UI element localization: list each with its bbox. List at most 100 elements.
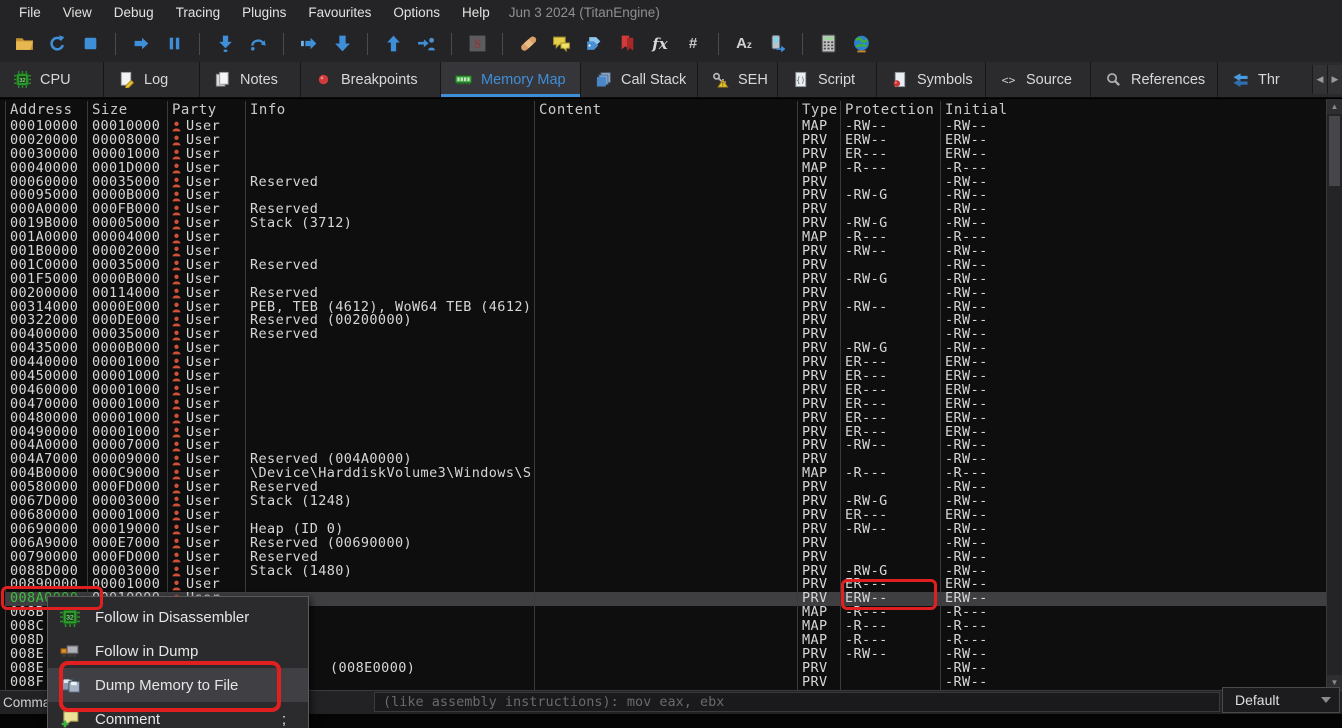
- execute-till-return-button[interactable]: [379, 30, 407, 58]
- pause-button[interactable]: [160, 30, 188, 58]
- restart-button[interactable]: [43, 30, 71, 58]
- menu-item-view[interactable]: View: [52, 2, 103, 23]
- context-menu-item-comment[interactable]: Comment;: [48, 702, 308, 728]
- cell-address: 00060000: [6, 176, 88, 190]
- vertical-scrollbar[interactable]: ▲ ▼: [1326, 99, 1342, 690]
- scrollbar-thumb[interactable]: [1329, 116, 1340, 186]
- trace-over-button[interactable]: [328, 30, 356, 58]
- table-row[interactable]: 001C000000035000UserReservedPRV-RW--: [6, 259, 1327, 273]
- table-row[interactable]: 0002000000008000UserPRVERW--ERW--: [6, 134, 1327, 148]
- function-button[interactable]: fx: [646, 30, 674, 58]
- scroll-up-icon[interactable]: ▲: [1327, 99, 1342, 114]
- table-row[interactable]: 0049000000001000UserPRVER---ERW--: [6, 426, 1327, 440]
- attach-button[interactable]: [763, 30, 791, 58]
- menu-item-options[interactable]: Options: [382, 2, 451, 23]
- table-row[interactable]: 0046000000001000UserPRVER---ERW--: [6, 384, 1327, 398]
- table-row[interactable]: 0047000000001000UserPRVER---ERW--: [6, 398, 1327, 412]
- tab-source[interactable]: <>Source: [986, 62, 1091, 97]
- cell-protection: -RW-G: [841, 217, 941, 231]
- tab-scroll-left-icon[interactable]: ◀: [1312, 65, 1327, 94]
- table-row[interactable]: 000950000000B000UserPRV-RW-G-RW--: [6, 189, 1327, 203]
- table-row[interactable]: 000A0000000FB000UserReservedPRV-RW--: [6, 203, 1327, 217]
- column-header-protection[interactable]: Protection: [841, 101, 941, 120]
- trace-into-button[interactable]: [295, 30, 323, 58]
- command-input[interactable]: [374, 692, 1220, 712]
- strings-button[interactable]: Az: [730, 30, 758, 58]
- label-button[interactable]: [580, 30, 608, 58]
- table-row[interactable]: 0045000000001000UserPRVER---ERW--: [6, 370, 1327, 384]
- cell-type: PRV: [798, 328, 841, 342]
- comment-button[interactable]: [547, 30, 575, 58]
- menu-item-debug[interactable]: Debug: [103, 2, 165, 23]
- column-header-address[interactable]: Address: [6, 101, 88, 120]
- table-row[interactable]: 001B000000002000UserPRV-RW---RW--: [6, 245, 1327, 259]
- table-row[interactable]: 0040000000035000UserReservedPRV-RW--: [6, 328, 1327, 342]
- column-header-initial[interactable]: Initial: [941, 101, 1327, 120]
- table-row[interactable]: 0088D00000003000UserStack (1480)PRV-RW-G…: [6, 565, 1327, 579]
- context-menu-item-follow-in-dump[interactable]: Follow in Dump: [48, 634, 308, 668]
- table-row[interactable]: 006A9000000E7000UserReserved (00690000)P…: [6, 537, 1327, 551]
- table-row[interactable]: 00790000000FD000UserReservedPRV-RW--: [6, 551, 1327, 565]
- table-row[interactable]: 0067D00000003000UserStack (1248)PRV-RW-G…: [6, 495, 1327, 509]
- cell-protection: -RW-G: [841, 273, 941, 287]
- tab-memory-map[interactable]: Memory Map: [441, 62, 581, 97]
- table-row[interactable]: 0019B00000005000UserStack (3712)PRV-RW-G…: [6, 217, 1327, 231]
- tab-seh[interactable]: !SEH: [698, 62, 778, 97]
- column-header-info[interactable]: Info: [246, 101, 535, 120]
- cell-party: User: [168, 565, 246, 579]
- table-row[interactable]: 004B0000000C9000User\Device\HarddiskVolu…: [6, 467, 1327, 481]
- column-header-party[interactable]: Party: [168, 101, 246, 120]
- table-row[interactable]: 004350000000B000UserPRV-RW-G-RW--: [6, 342, 1327, 356]
- tab-notes[interactable]: Notes: [200, 62, 301, 97]
- calculator-button[interactable]: [814, 30, 842, 58]
- context-menu-item-follow-in-disassembler[interactable]: 32Follow in Disassembler: [48, 600, 308, 634]
- world-button[interactable]: [847, 30, 875, 58]
- cell-content: [535, 509, 798, 523]
- script-pause-button[interactable]: S: [463, 30, 491, 58]
- run-to-user-code-button[interactable]: [412, 30, 440, 58]
- context-menu-item-dump-memory-to-file[interactable]: Dump Memory to File: [48, 668, 308, 702]
- table-row[interactable]: 00322000000DE000UserReserved (00200000)P…: [6, 314, 1327, 328]
- open-file-button[interactable]: [10, 30, 38, 58]
- table-row[interactable]: 0020000000114000UserReservedPRV-RW--: [6, 287, 1327, 301]
- table-row[interactable]: 001A000000004000UserMAP-R----R---: [6, 231, 1327, 245]
- menu-item-file[interactable]: File: [8, 2, 52, 23]
- table-row[interactable]: 0001000000010000UserMAP-RW---RW--: [6, 120, 1327, 134]
- menu-item-help[interactable]: Help: [451, 2, 501, 23]
- menu-item-plugins[interactable]: Plugins: [231, 2, 297, 23]
- run-button[interactable]: [127, 30, 155, 58]
- column-header-size[interactable]: Size: [88, 101, 168, 120]
- table-row[interactable]: 0068000000001000UserPRVER---ERW--: [6, 509, 1327, 523]
- tab-cpu[interactable]: 32CPU: [0, 62, 104, 97]
- table-row[interactable]: 004A700000009000UserReserved (004A0000)P…: [6, 453, 1327, 467]
- profile-selector-dropdown[interactable]: Default: [1222, 687, 1340, 713]
- table-row[interactable]: 0048000000001000UserPRVER---ERW--: [6, 412, 1327, 426]
- tab-script[interactable]: {)Script: [778, 62, 877, 97]
- table-row[interactable]: 0089000000001000UserPRVER---ERW--: [6, 578, 1327, 592]
- table-row[interactable]: 001F50000000B000UserPRV-RW-G-RW--: [6, 273, 1327, 287]
- menu-item-favourites[interactable]: Favourites: [297, 2, 382, 23]
- column-header-type[interactable]: Type: [798, 101, 841, 120]
- stop-button[interactable]: [76, 30, 104, 58]
- tab-scroll-right-icon[interactable]: ▶: [1327, 65, 1342, 94]
- table-row[interactable]: 0069000000019000UserHeap (ID 0)PRV-RW---…: [6, 523, 1327, 537]
- table-row[interactable]: 003140000000E000UserPEB, TEB (4612), WoW…: [6, 301, 1327, 315]
- bookmark-button[interactable]: [613, 30, 641, 58]
- tab-breakpoints[interactable]: Breakpoints: [301, 62, 441, 97]
- table-row[interactable]: 00580000000FD000UserReservedPRV-RW--: [6, 481, 1327, 495]
- patch-button[interactable]: [514, 30, 542, 58]
- table-row[interactable]: 0003000000001000UserPRVER---ERW--: [6, 148, 1327, 162]
- tab-call-stack[interactable]: Call Stack: [581, 62, 698, 97]
- table-row[interactable]: 000400000001D000UserMAP-R----R---: [6, 162, 1327, 176]
- memory-hash-button[interactable]: #: [679, 30, 707, 58]
- table-row[interactable]: 0006000000035000UserReservedPRV-RW--: [6, 176, 1327, 190]
- step-over-button[interactable]: [244, 30, 272, 58]
- step-into-button[interactable]: [211, 30, 239, 58]
- table-row[interactable]: 0044000000001000UserPRVER---ERW--: [6, 356, 1327, 370]
- column-header-content[interactable]: Content: [535, 101, 798, 120]
- menu-item-tracing[interactable]: Tracing: [165, 2, 232, 23]
- tab-log[interactable]: Log: [104, 62, 200, 97]
- tab-references[interactable]: References: [1091, 62, 1218, 97]
- table-row[interactable]: 004A000000007000UserPRV-RW---RW--: [6, 439, 1327, 453]
- tab-symbols[interactable]: Symbols: [877, 62, 986, 97]
